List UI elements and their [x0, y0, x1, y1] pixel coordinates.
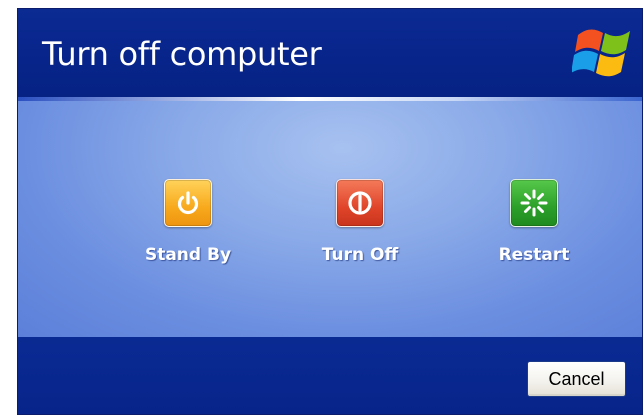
stand-by-label: Stand By — [144, 245, 232, 265]
restart-button[interactable]: Restart — [464, 179, 604, 265]
dialog-title: Turn off computer — [42, 35, 322, 73]
turn-off-button[interactable]: Turn Off — [290, 179, 430, 265]
turn-off-dialog: Turn off computer Stand By Turn Off Rest… — [17, 8, 643, 415]
restart-label: Restart — [498, 245, 570, 265]
dialog-footer: Cancel — [18, 337, 642, 414]
turn-off-power-icon — [336, 179, 384, 227]
windows-flag-icon — [572, 29, 630, 77]
turn-off-label: Turn Off — [321, 245, 399, 265]
dialog-header: Turn off computer — [18, 9, 642, 97]
restart-icon — [510, 179, 558, 227]
options-panel: Stand By Turn Off Restart — [18, 101, 642, 337]
standby-power-icon — [164, 179, 212, 227]
stand-by-button[interactable]: Stand By — [118, 179, 258, 265]
cancel-button[interactable]: Cancel — [527, 361, 626, 397]
